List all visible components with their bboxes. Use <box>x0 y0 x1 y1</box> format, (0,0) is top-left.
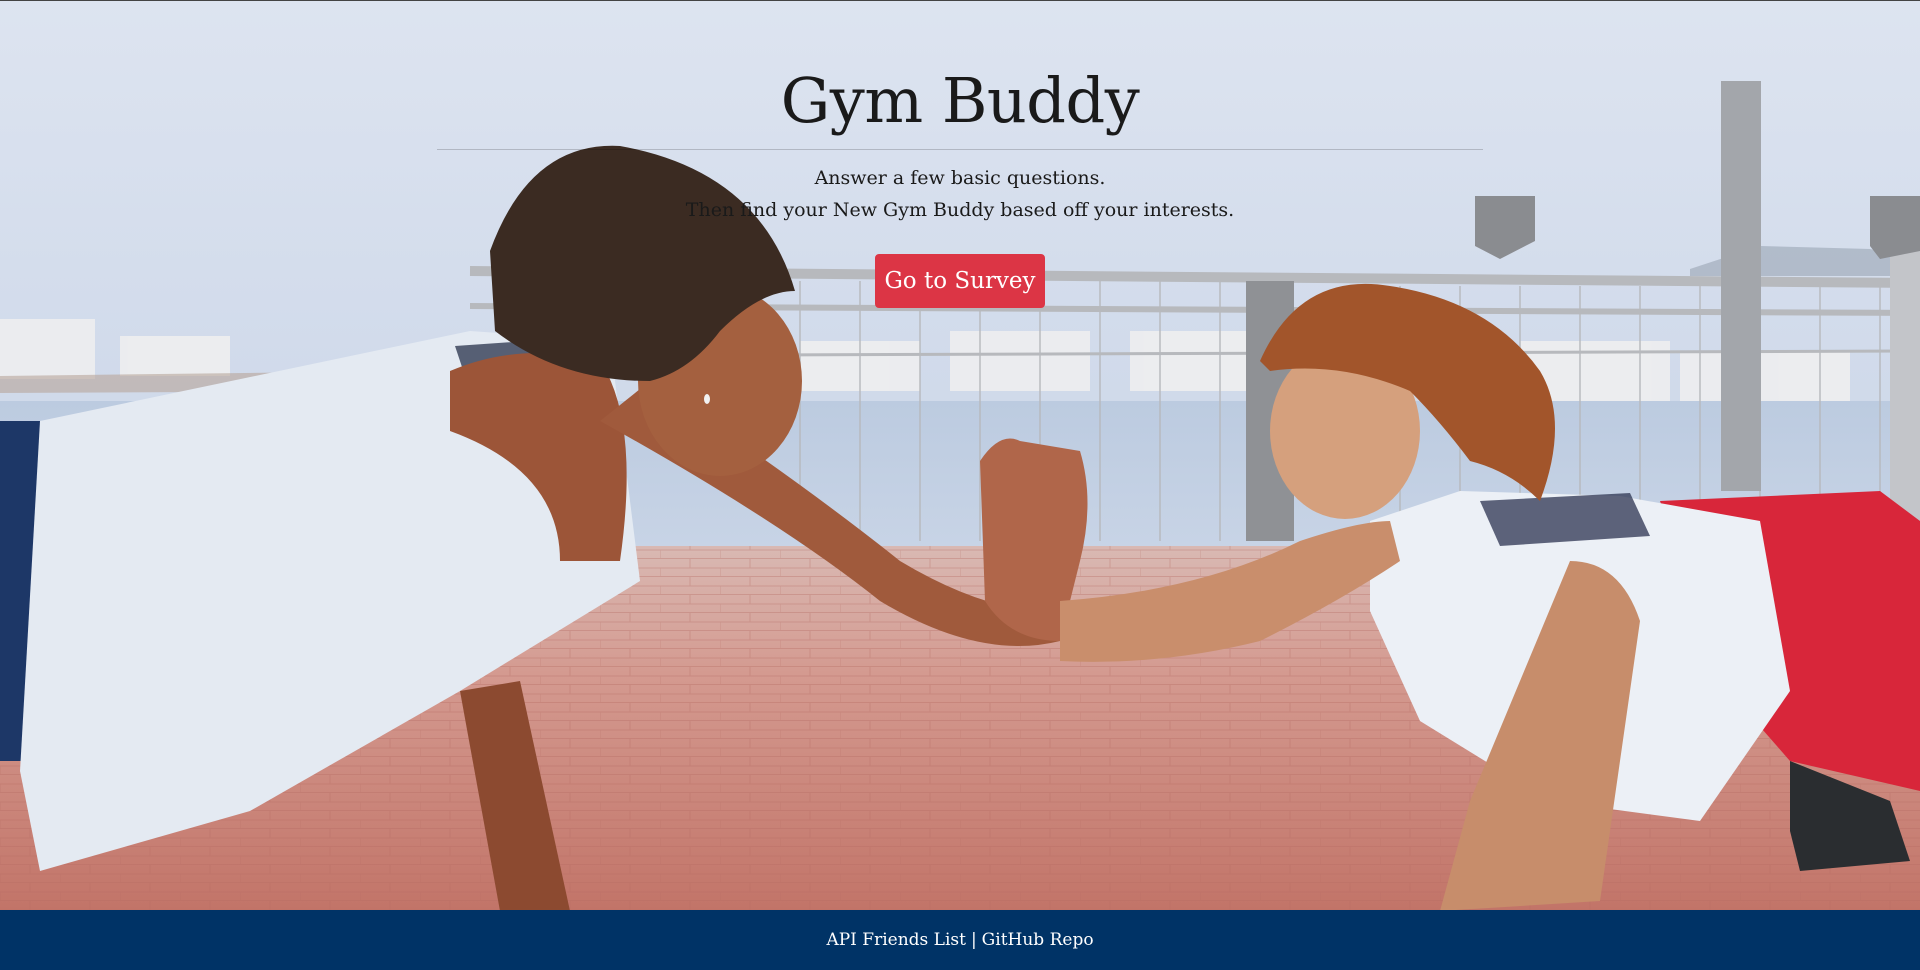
api-friends-list-link[interactable]: API Friends List <box>826 930 966 950</box>
page-title: Gym Buddy <box>780 64 1140 137</box>
hero-section: Gym Buddy Answer a few basic questions. … <box>0 0 1920 910</box>
footer-separator: | <box>970 930 977 950</box>
lead-text-line-2: Then find your New Gym Buddy based off y… <box>685 199 1235 221</box>
go-to-survey-button[interactable]: Go to Survey <box>875 254 1045 308</box>
lead-text-line-1: Answer a few basic questions. <box>814 167 1106 189</box>
github-repo-link[interactable]: GitHub Repo <box>982 930 1094 950</box>
divider <box>437 149 1483 150</box>
footer: API Friends List | GitHub Repo <box>0 910 1920 970</box>
